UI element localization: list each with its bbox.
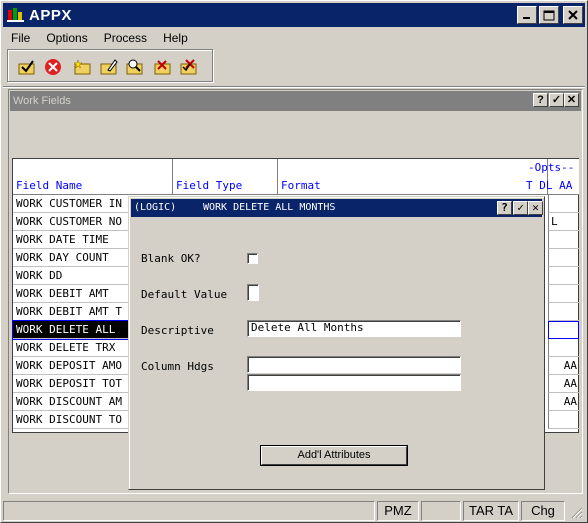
check-folder-icon[interactable] xyxy=(18,58,36,76)
toolbar-divider xyxy=(3,86,585,88)
child-help-button[interactable]: ? xyxy=(533,93,548,107)
opts-cell[interactable] xyxy=(548,411,579,429)
new-folder-icon[interactable] xyxy=(73,58,92,76)
menu-bar: File Options Process Help xyxy=(3,28,585,47)
opts-cell-selected[interactable] xyxy=(548,321,579,339)
child-ok-button[interactable]: ✓ xyxy=(549,93,564,107)
blank-ok-label: Blank OK? xyxy=(141,252,201,265)
minimize-button[interactable] xyxy=(517,6,537,24)
table-row[interactable]: WORK DEBIT AMT T xyxy=(13,303,129,321)
opts-cell[interactable]: L xyxy=(548,213,579,231)
header-field-name[interactable]: Field Name xyxy=(13,159,173,195)
header-field-type[interactable]: Field Type xyxy=(173,159,278,195)
menu-help[interactable]: Help xyxy=(155,31,196,45)
table-row[interactable]: WORK CUSTOMER IN xyxy=(13,195,129,213)
default-value-label: Default Value xyxy=(141,288,228,301)
status-message xyxy=(3,501,375,521)
appx-logo-icon xyxy=(7,6,25,24)
app-title: APPX xyxy=(29,6,72,24)
dialog-title-logic: (LOGIC) xyxy=(134,202,177,213)
opts-cell[interactable] xyxy=(548,249,579,267)
close-button[interactable] xyxy=(563,6,583,24)
status-pmz: PMZ xyxy=(377,501,419,521)
child-close-button[interactable]: ✕ xyxy=(564,93,579,107)
edit-folder-icon[interactable] xyxy=(100,58,118,76)
table-row[interactable]: WORK DEBIT AMT xyxy=(13,285,129,303)
table-row[interactable]: WORK DISCOUNT TO xyxy=(13,411,129,429)
opts-cell[interactable] xyxy=(548,303,579,321)
maximize-button[interactable] xyxy=(539,6,559,24)
resize-grip-icon[interactable] xyxy=(569,505,583,519)
cancel-icon[interactable] xyxy=(44,58,62,76)
status-bar: PMZ TAR TA Chg xyxy=(3,501,585,521)
table-row[interactable]: WORK DELETE TRX xyxy=(13,339,129,357)
table-row[interactable]: WORK DATE TIME xyxy=(13,231,129,249)
opts-cell[interactable] xyxy=(548,285,579,303)
maximize-icon xyxy=(543,10,555,20)
table-row[interactable]: WORK DISCOUNT AM xyxy=(13,393,129,411)
app-window: APPX File Options Process Help Work Fiel… xyxy=(0,0,588,523)
column-hdg-1-field[interactable] xyxy=(247,356,461,373)
menu-process[interactable]: Process xyxy=(96,31,155,45)
work-fields-title-bar: Work Fields ? ✓ ✕ xyxy=(10,91,581,111)
opts-cell[interactable] xyxy=(548,195,579,213)
field-detail-dialog: (LOGIC) WORK DELETE ALL MONTHS ? ✓ ✕ Bla… xyxy=(128,196,545,490)
status-chg: Chg xyxy=(521,501,565,521)
descriptive-label: Descriptive xyxy=(141,324,214,337)
default-value-field[interactable] xyxy=(247,284,259,301)
opts-cell[interactable]: AA xyxy=(548,357,579,375)
minimize-icon xyxy=(523,17,530,19)
opts-cell[interactable]: AA xyxy=(548,375,579,393)
dialog-ok-button[interactable]: ✓ xyxy=(513,201,528,215)
title-bar: APPX xyxy=(3,3,585,27)
header-format[interactable]: Format xyxy=(278,159,548,195)
opts-cell[interactable] xyxy=(548,339,579,357)
header-opts[interactable]: -Opts-- T DL AA xyxy=(526,159,579,195)
opts-cell[interactable]: AA xyxy=(548,393,579,411)
addl-attributes-button[interactable]: Add'l Attributes xyxy=(261,446,407,465)
opts-cell[interactable] xyxy=(548,231,579,249)
table-row[interactable]: WORK DEPOSIT AMO xyxy=(13,357,129,375)
status-tar: TAR TA xyxy=(463,501,519,521)
column-hdg-2-field[interactable] xyxy=(247,374,461,391)
opts-title: -Opts-- xyxy=(528,161,575,174)
descriptive-field[interactable]: Delete All Months xyxy=(247,320,461,337)
table-row[interactable]: WORK DEPOSIT TOT xyxy=(13,375,129,393)
table-row[interactable]: WORK CUSTOMER NO xyxy=(13,213,129,231)
dialog-help-button[interactable]: ? xyxy=(497,201,512,215)
work-fields-title: Work Fields xyxy=(13,95,71,107)
opts-columns: T DL AA xyxy=(526,179,573,192)
mark-folder-icon[interactable] xyxy=(180,58,198,76)
toolbar xyxy=(7,49,213,82)
dialog-title: WORK DELETE ALL MONTHS xyxy=(203,202,336,213)
table-row[interactable]: WORK DD xyxy=(13,267,129,285)
status-empty xyxy=(421,501,461,521)
delete-folder-icon[interactable] xyxy=(154,58,172,76)
menu-options[interactable]: Options xyxy=(38,31,95,45)
find-folder-icon[interactable] xyxy=(126,58,144,76)
dialog-close-button[interactable]: ✕ xyxy=(528,201,543,215)
column-hdgs-label: Column Hdgs xyxy=(141,360,214,373)
table-row[interactable]: WORK DAY COUNT xyxy=(13,249,129,267)
dialog-title-bar: (LOGIC) WORK DELETE ALL MONTHS ? ✓ ✕ xyxy=(131,199,543,217)
menu-file[interactable]: File xyxy=(3,31,38,45)
close-icon xyxy=(568,10,578,20)
blank-ok-checkbox[interactable] xyxy=(247,253,258,264)
opts-cell[interactable] xyxy=(548,267,579,285)
table-row-selected[interactable]: WORK DELETE ALL xyxy=(12,320,130,340)
